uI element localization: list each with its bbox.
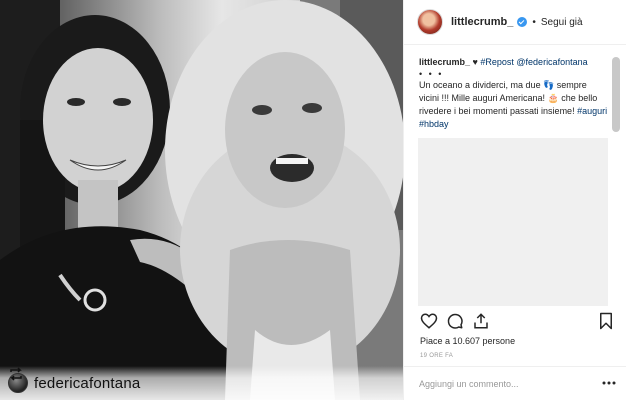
repost-username: federicafontana [34,374,141,392]
comments-area [418,138,608,306]
more-icon[interactable] [602,380,616,386]
hashtag-hbday[interactable]: #hbday [419,119,449,129]
share-icon[interactable] [472,312,490,330]
repost-attribution: federicafontana [0,366,403,400]
post-caption: littlecrumb_ ♥ #Repost @federicafontana … [419,56,609,131]
photo-illustration [0,0,403,400]
post-photo[interactable]: federicafontana [0,0,403,400]
avatar[interactable] [417,9,443,35]
bookmark-icon[interactable] [598,312,614,330]
action-bar [418,312,618,332]
repost-icon [10,367,22,381]
instagram-post: federicafontana littlecrumb_ • Segui già… [0,0,626,400]
caption-dots: • • • [419,69,444,79]
repost-tag-link[interactable]: #Repost @federicafontana [480,57,587,67]
post-header: littlecrumb_ • Segui già [404,0,626,45]
scrollbar[interactable] [612,57,620,132]
post-timestamp: 19 ORE FA [420,353,454,359]
hashtag-auguri[interactable]: #auguri [577,106,607,116]
follow-status-button[interactable]: Segui già [541,17,583,28]
heart-emoji: ♥ [472,57,478,67]
comment-bar: Aggiungi un commento... [403,366,626,401]
likes-count[interactable]: Piace a 10.607 persone [420,336,515,346]
header-username[interactable]: littlecrumb_ [451,16,513,28]
comment-input[interactable]: Aggiungi un commento... [419,379,519,389]
comment-icon[interactable] [446,312,464,330]
separator-dot: • [532,16,536,28]
caption-text: Un oceano a dividerci, ma due 👣 sempre v… [419,80,598,116]
caption-username[interactable]: littlecrumb_ [419,57,470,67]
verified-badge-icon [517,17,528,27]
heart-icon[interactable] [420,312,438,330]
